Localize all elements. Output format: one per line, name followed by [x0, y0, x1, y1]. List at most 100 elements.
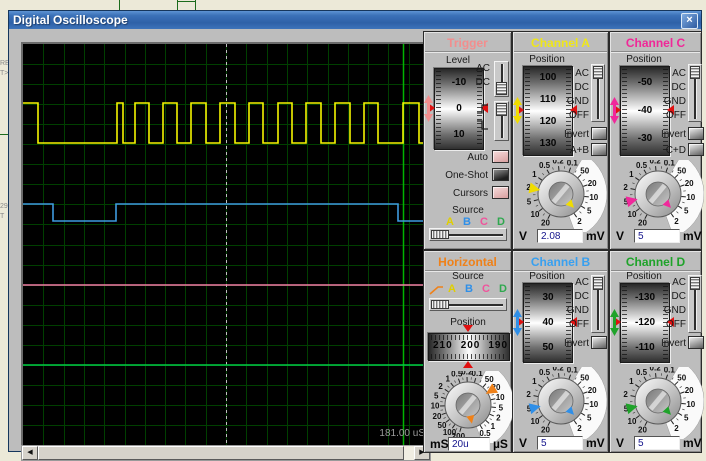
position-label: Position — [620, 54, 668, 65]
one-shot-label: One-Shot — [428, 170, 488, 181]
knob-scale-label: 5 — [499, 403, 504, 412]
d-gain-knob[interactable]: 20105210.50.20.150201052 — [612, 367, 704, 439]
knob-scale-label: 0.1 — [567, 160, 579, 167]
source-option-a: A — [443, 216, 457, 228]
gain-value-display[interactable]: 5 — [537, 436, 583, 450]
scrollbar-thumb[interactable] — [38, 446, 404, 460]
trigger-panel-title: Trigger — [425, 33, 510, 52]
knob-scale-label: 20 — [541, 426, 550, 435]
knob-scale-label: 0.5 — [636, 368, 648, 377]
knob-scale-label: 0.2 — [650, 367, 662, 373]
invert-button[interactable] — [591, 336, 607, 349]
b-gain-knob[interactable]: 20105210.50.20.150201052 — [515, 367, 607, 439]
waveform-display[interactable]: 181.00 uS — [21, 42, 431, 447]
sum-button[interactable] — [688, 143, 704, 156]
gauge-scale-label: 210 — [429, 340, 457, 351]
knob-scale-label: 20 — [685, 179, 694, 188]
slider-handle[interactable] — [431, 230, 449, 239]
knob-scale-label: 2 — [674, 217, 679, 226]
position-adjust-arrow[interactable] — [610, 97, 619, 124]
oscilloscope-window: Digital Oscilloscope × 181.00 uS ◀ ▶ Tri… — [8, 10, 702, 452]
coupling-switch[interactable] — [688, 275, 702, 333]
invert-button[interactable] — [688, 127, 704, 140]
switch-handle[interactable] — [593, 66, 603, 79]
switch-handle[interactable] — [496, 103, 507, 116]
coupling-switch[interactable] — [591, 64, 605, 122]
knob-scale-label: 20 — [588, 386, 597, 395]
knob-scale-label: 10 — [496, 393, 505, 402]
sum-label: A+B — [545, 145, 589, 156]
knob-unit-left: V — [616, 436, 624, 450]
trigger-coupling-switch[interactable] — [494, 61, 509, 97]
sum-label: C+D — [642, 145, 686, 156]
knob-scale-label: 1 — [629, 377, 634, 386]
horizontal-source-slider[interactable] — [429, 298, 507, 311]
cursors-label: Cursors — [428, 188, 488, 199]
trigger-source-slider[interactable] — [429, 228, 507, 241]
trigger-edge-switch[interactable] — [494, 101, 509, 141]
knob-scale-label: 1 — [445, 374, 450, 383]
position-adjust-arrow[interactable] — [424, 95, 433, 122]
gain-value-display[interactable]: 20u — [448, 437, 490, 451]
switch-handle[interactable] — [690, 277, 700, 290]
coupling-option-dc: DC — [646, 82, 686, 93]
knob-scale-label: 0.5 — [539, 368, 551, 377]
close-button[interactable]: × — [681, 13, 698, 29]
schematic-text: T — [0, 213, 4, 220]
coupling-option-gnd: GND — [549, 96, 589, 107]
knob-scale-label: 0.5 — [539, 161, 551, 170]
source-option-c: C — [477, 216, 491, 228]
rising-edge-icon — [476, 104, 490, 115]
gain-value-display[interactable]: 2.08 — [537, 229, 583, 243]
cursors-button[interactable] — [492, 186, 509, 199]
knob-scale-label: 5 — [434, 391, 439, 400]
coupling-option-off: OFF — [646, 319, 686, 330]
c-gain-knob[interactable]: 20105210.50.20.150201052 — [612, 160, 704, 232]
knob-scale-label: 10 — [686, 193, 695, 202]
slider-handle[interactable] — [431, 300, 449, 309]
knob-scale-label: 0.1 — [567, 367, 579, 374]
auto-button[interactable] — [492, 150, 509, 163]
invert-button[interactable] — [591, 127, 607, 140]
gauge-scale-label: 200 — [457, 340, 485, 351]
a-gain-knob[interactable]: 20105210.50.20.150201052 — [515, 160, 607, 232]
knob-scale-label: 20 — [638, 219, 647, 228]
coupling-switch[interactable] — [591, 275, 605, 333]
gauge-marker-top — [463, 325, 473, 332]
knob-scale-label: 0.5 — [636, 161, 648, 170]
source-label: Source — [438, 205, 498, 216]
knob-scale-label: 10 — [686, 400, 695, 409]
knob-scale-label: 20 — [588, 179, 597, 188]
switch-handle[interactable] — [496, 82, 507, 95]
sum-button[interactable] — [591, 143, 607, 156]
coupling-option-gnd: GND — [646, 96, 686, 107]
horizontal-panel-title: Horizontal — [425, 252, 510, 271]
knob-unit-left: V — [616, 229, 624, 243]
knob-scale-label: 20 — [541, 219, 550, 228]
channel-c-panel-title: Channel C — [611, 33, 700, 52]
window-titlebar[interactable]: Digital Oscilloscope × — [9, 11, 701, 29]
knob-scale-label: 50 — [580, 374, 589, 383]
knob-scale-label: 10 — [589, 193, 598, 202]
h-gain-knob[interactable]: 2001005020105210.50.20.15020105210.5 — [424, 371, 512, 443]
scroll-left-button[interactable]: ◀ — [22, 446, 38, 460]
channel-d-panel: Channel D Position-130-120-110ACDCGNDOFF… — [609, 250, 702, 453]
gain-value-display[interactable]: 5 — [634, 436, 680, 450]
one-shot-button[interactable] — [492, 168, 509, 181]
horizontal-position-gauge[interactable]: 210200190 — [428, 333, 510, 361]
invert-label: Invert — [545, 129, 589, 140]
knob-scale-label: 0.2 — [553, 160, 565, 166]
switch-handle[interactable] — [690, 66, 700, 79]
gauge-scale-label: 190 — [484, 340, 512, 351]
position-adjust-arrow[interactable] — [610, 309, 619, 336]
gain-value-display[interactable]: 5 — [634, 229, 680, 243]
coupling-switch[interactable] — [688, 64, 702, 122]
position-adjust-arrow[interactable] — [513, 97, 522, 124]
knob-unit-right: mV — [683, 436, 702, 450]
switch-handle[interactable] — [593, 277, 603, 290]
position-adjust-arrow[interactable] — [513, 309, 522, 336]
scope-svg: 181.00 uS — [23, 44, 429, 445]
knob-scale-label: 20 — [685, 386, 694, 395]
invert-label: Invert — [642, 338, 686, 349]
invert-button[interactable] — [688, 336, 704, 349]
